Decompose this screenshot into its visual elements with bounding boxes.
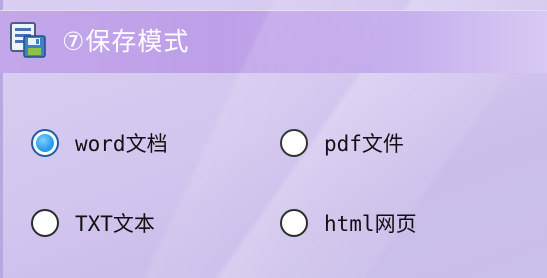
radio-label-txt: TXT文本 [75, 212, 155, 236]
save-mode-panel: ⑦保存模式 word文档 pdf文件 TXT文本 html网页 [0, 0, 547, 278]
radio-option-word[interactable]: word文档 [31, 128, 168, 158]
radio-label-word: word文档 [75, 132, 168, 156]
save-document-icon [8, 20, 48, 60]
radio-option-html[interactable]: html网页 [280, 208, 417, 238]
radio-button-txt[interactable] [31, 209, 59, 237]
radio-selected-dot [36, 134, 54, 152]
radio-button-pdf[interactable] [280, 129, 308, 157]
radio-option-pdf[interactable]: pdf文件 [280, 128, 404, 158]
radio-label-html: html网页 [324, 212, 417, 236]
radio-button-word[interactable] [31, 129, 59, 157]
radio-label-pdf: pdf文件 [324, 132, 404, 156]
radio-button-html[interactable] [280, 209, 308, 237]
section-title: ⑦保存模式 [62, 27, 190, 56]
radio-option-txt[interactable]: TXT文本 [31, 208, 155, 238]
